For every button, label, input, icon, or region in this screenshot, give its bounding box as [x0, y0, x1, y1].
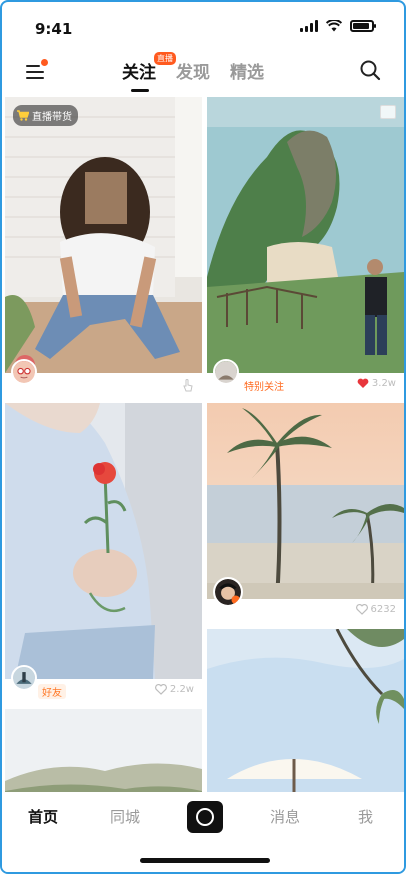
like-count: 6232: [370, 604, 396, 615]
live-badge: 直播: [154, 52, 176, 65]
avatar[interactable]: [213, 359, 239, 385]
shopping-cart-icon: [17, 110, 29, 121]
image-corner-icon: [380, 105, 396, 119]
feed-card[interactable]: 直播带货: [5, 97, 202, 397]
card-image: [5, 403, 202, 679]
friend-tag: 好友: [38, 684, 66, 699]
card-meta: 好友 2.2w: [5, 665, 202, 703]
avatar[interactable]: [11, 665, 37, 691]
hamburger-menu-icon[interactable]: [24, 59, 48, 83]
nav-messages[interactable]: 消息: [270, 806, 300, 827]
heart-outline-icon: [355, 604, 368, 615]
card-image: [5, 97, 202, 373]
home-indicator: [140, 858, 270, 863]
card-image: [207, 629, 404, 792]
card-photo[interactable]: [5, 403, 202, 679]
search-icon[interactable]: [358, 58, 382, 82]
card-meta: [5, 359, 202, 397]
phone-frame: 9:41 关注 直播 发现 精选 直播带货 好友 2.2w 特别关注 3.2w …: [0, 0, 406, 874]
feed-card[interactable]: 6232: [207, 403, 404, 623]
tab-following-label: 关注: [122, 63, 156, 83]
battery-icon: [350, 20, 376, 32]
status-icons: [300, 20, 376, 32]
status-time: 9:41: [35, 20, 73, 38]
signal-icon: [300, 20, 318, 32]
feed-card[interactable]: [207, 629, 404, 792]
avatar[interactable]: [213, 577, 243, 607]
card-image: [207, 403, 404, 599]
tab-discover[interactable]: 发现: [176, 58, 210, 83]
like-count: 2.2w: [169, 684, 194, 695]
like-button[interactable]: 6232: [355, 604, 396, 615]
tab-discover-label: 发现: [176, 63, 210, 83]
active-tab-underline: [131, 89, 149, 92]
feed-card[interactable]: 好友 2.2w: [5, 403, 202, 703]
card-photo[interactable]: [207, 403, 404, 599]
status-bar: 9:41: [2, 2, 404, 48]
notification-dot: [41, 59, 48, 66]
card-photo[interactable]: [207, 629, 404, 792]
card-image: [5, 709, 202, 792]
like-button[interactable]: 2.2w: [154, 684, 194, 695]
card-photo[interactable]: 直播带货: [5, 97, 202, 373]
avatar[interactable]: [11, 359, 37, 385]
live-commerce-badge: 直播带货: [13, 105, 78, 126]
wifi-icon: [326, 20, 342, 32]
special-follow-tag: 特别关注: [244, 382, 284, 393]
camera-capture-button[interactable]: [187, 801, 223, 833]
card-meta: 特别关注 3.2w: [207, 359, 404, 397]
card-photo[interactable]: [207, 97, 404, 373]
nav-local[interactable]: 同城: [110, 806, 140, 827]
feed-card[interactable]: [5, 709, 202, 792]
live-commerce-label: 直播带货: [32, 112, 72, 123]
tab-featured[interactable]: 精选: [230, 58, 264, 83]
card-image: [207, 97, 404, 373]
bottom-nav: 首页 同城 消息 我: [2, 794, 404, 872]
tab-featured-label: 精选: [230, 63, 264, 83]
gesture-icon: [183, 379, 193, 392]
heart-outline-icon: [154, 684, 167, 695]
feed-tabs: 关注 直播 发现 精选: [122, 52, 264, 92]
feed-grid: 直播带货 好友 2.2w 特别关注 3.2w 6232: [5, 97, 404, 792]
like-count: 3.2w: [371, 378, 396, 389]
heart-filled-icon: [357, 378, 369, 388]
nav-profile[interactable]: 我: [358, 806, 373, 827]
feed-card[interactable]: 特别关注 3.2w: [207, 97, 404, 397]
card-meta: 6232: [207, 577, 404, 623]
tab-following[interactable]: 关注 直播: [122, 52, 176, 92]
like-button[interactable]: 3.2w: [357, 378, 396, 389]
nav-home[interactable]: 首页: [28, 806, 58, 827]
card-photo[interactable]: [5, 709, 202, 792]
top-nav: 关注 直播 发现 精选: [2, 50, 404, 94]
